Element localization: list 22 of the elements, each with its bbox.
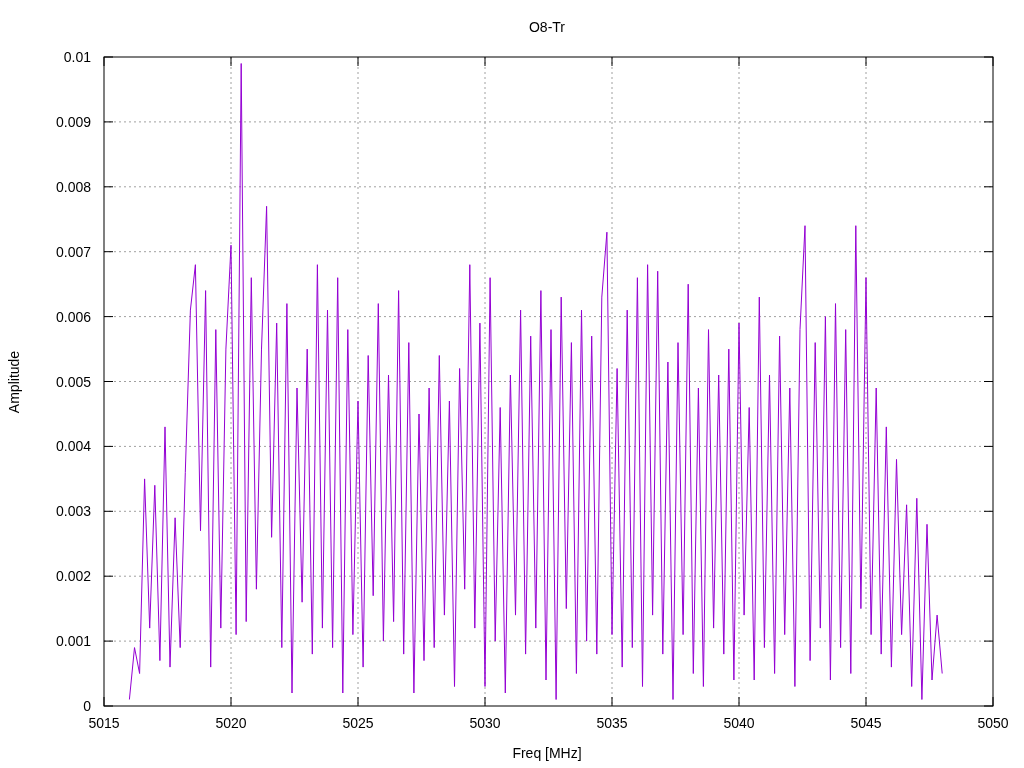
y-tick-label: 0.01: [63, 49, 91, 65]
x-tick-label: 5050: [977, 715, 1009, 731]
x-tick-label: 5025: [342, 715, 374, 731]
y-tick-label: 0.003: [55, 503, 91, 520]
chart-title: O8-Tr: [529, 19, 565, 35]
y-tick-label: 0.008: [55, 178, 91, 195]
x-tick-label: 5045: [850, 715, 882, 731]
y-tick-label: 0.007: [55, 243, 91, 260]
x-tick-label: 5030: [469, 715, 501, 731]
y-tick-label: 0: [83, 698, 91, 714]
x-tick-label: 5015: [88, 715, 120, 731]
x-axis-label: Freq [MHz]: [512, 745, 582, 761]
y-tick-label: 0.004: [55, 438, 91, 455]
x-tick-label: 5040: [723, 715, 755, 731]
x-tick-label: 5035: [596, 715, 628, 731]
y-tick-label: 0.006: [55, 308, 91, 325]
y-axis-label: Amplitude: [6, 350, 22, 414]
y-tick-label: 0.002: [55, 568, 91, 585]
y-tick-label: 0.001: [55, 633, 91, 650]
y-tick-label: 0.005: [55, 373, 91, 390]
x-tick-label: 5020: [215, 715, 247, 731]
y-tick-label: 0.009: [55, 113, 91, 130]
